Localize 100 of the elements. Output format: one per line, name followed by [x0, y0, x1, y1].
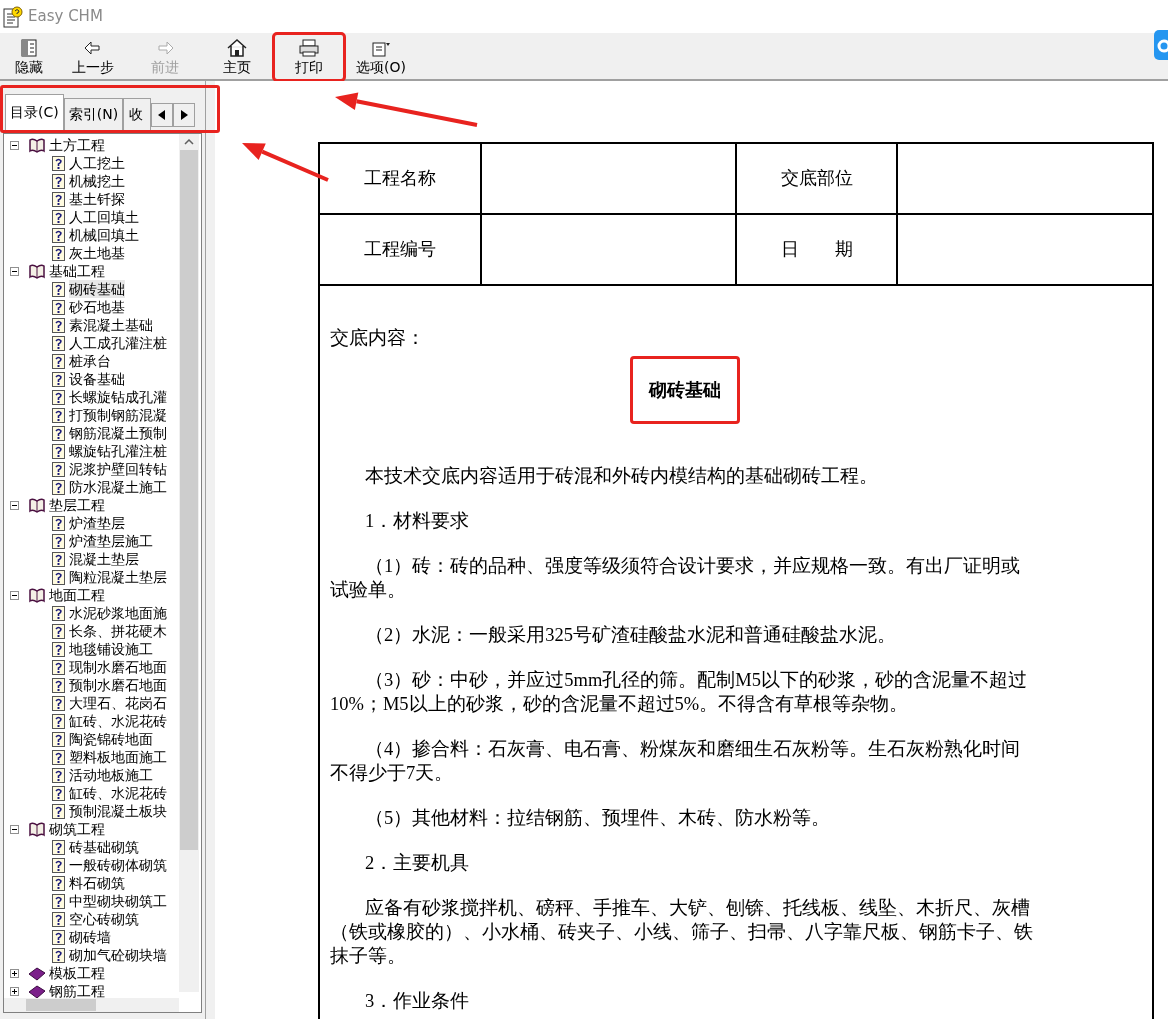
help-page-icon [52, 695, 65, 711]
tree-item[interactable]: 现制水磨石地面 [69, 658, 167, 676]
help-page-icon [52, 677, 65, 693]
help-page-icon [52, 749, 65, 765]
tree-item[interactable]: 砌砖墙 [69, 928, 111, 946]
tree-folder[interactable]: 地面工程 [49, 586, 105, 604]
tree-item[interactable]: 大理石、花岗石 [69, 694, 167, 712]
tree-item[interactable]: 炉渣垫层施工 [69, 532, 153, 550]
scroll-up-icon[interactable] [184, 139, 194, 145]
tree-item[interactable]: 人工挖土 [69, 154, 125, 172]
tree-item[interactable]: 砖基础砌筑 [69, 838, 139, 856]
tab[interactable]: 目录(C) [5, 94, 64, 130]
tree-item[interactable]: 陶粒混凝土垫层 [69, 568, 167, 586]
tree-item[interactable]: 混凝土垫层 [69, 550, 139, 568]
tree-item[interactable]: 塑料板地面施工 [69, 748, 167, 766]
tree-item[interactable]: 螺旋钻孔灌注桩 [69, 442, 167, 460]
tree-item[interactable]: 预制混凝土板块 [69, 802, 167, 820]
tree-item[interactable]: 泥浆护壁回转钻 [69, 460, 167, 478]
tree-item[interactable]: 预制水磨石地面 [69, 676, 167, 694]
help-page-icon [52, 371, 65, 387]
tree-item[interactable]: 料石砌筑 [69, 874, 125, 892]
tree-item[interactable]: 机械挖土 [69, 172, 125, 190]
help-page-icon [52, 623, 65, 639]
help-page-icon [52, 245, 65, 261]
paragraph: （2）水泥：一般采用325号矿渣硅酸盐水泥和普通硅酸盐水泥。 [364, 624, 897, 647]
tree-item[interactable]: 人工回填土 [69, 208, 139, 226]
tree-item[interactable]: 地毯铺设施工 [69, 640, 153, 658]
tree-item[interactable]: 一般砖砌体砌筑 [69, 856, 167, 874]
tree-item[interactable]: 长螺旋钻成孔灌 [69, 388, 167, 406]
tree-item[interactable]: 缸砖、水泥花砖 [69, 784, 167, 802]
paragraph: 1．材料要求 [364, 510, 471, 533]
tree-item[interactable]: 素混凝土基础 [69, 316, 153, 334]
tree-folder[interactable]: 模板工程 [49, 964, 105, 982]
scroll-right-button[interactable] [173, 103, 196, 127]
toolbar-button[interactable]: 打印 [273, 33, 345, 81]
paragraph: 2．主要机具 [364, 852, 471, 875]
tree-item[interactable]: 基土钎探 [69, 190, 125, 208]
tree-item[interactable]: 钢筋混凝土预制 [69, 424, 167, 442]
tree-item[interactable]: 中型砌块砌筑工 [69, 892, 167, 910]
open-book-icon [28, 137, 46, 153]
tree-item[interactable]: 灰土地基 [69, 244, 125, 262]
help-page-icon [52, 569, 65, 585]
tree-item[interactable]: 活动地板施工 [69, 766, 153, 784]
scrollbar[interactable] [4, 998, 179, 1012]
app-icon [1154, 30, 1168, 60]
table-cell-text: 工程编号 [364, 238, 436, 261]
tab[interactable]: 索引(N) [63, 98, 124, 130]
toolbar-button[interactable]: 隐藏 [0, 33, 57, 81]
help-page-icon [52, 173, 65, 189]
tree-item[interactable]: 机械回填土 [69, 226, 139, 244]
collapse-icon[interactable] [10, 500, 19, 510]
collapse-icon[interactable] [10, 824, 19, 834]
tree-item[interactable]: 长条、拼花硬木 [69, 622, 167, 640]
tree-item[interactable]: 砌砖基础 [69, 280, 125, 298]
tree-item[interactable]: 陶瓷锦砖地面 [69, 730, 153, 748]
tree-item[interactable]: 人工成孔灌注桩 [69, 334, 167, 352]
tree-folder[interactable]: 基础工程 [49, 262, 105, 280]
tree-item[interactable]: 防水混凝土施工 [69, 478, 167, 496]
help-page-icon [52, 389, 65, 405]
scrollbar[interactable] [179, 134, 199, 992]
tree-folder[interactable]: 砌筑工程 [49, 820, 105, 838]
scroll-thumb[interactable] [26, 999, 96, 1011]
tab[interactable]: 收 [123, 98, 152, 130]
tree-item[interactable]: 空心砖砌筑 [69, 910, 139, 928]
paragraph: （1）砖：砖的品种、强度等级须符合设计要求，并应规格一致。有出厂证明或试验单。 [330, 555, 1022, 602]
tree-item[interactable]: 炉渣垫层 [69, 514, 125, 532]
toolbar-button[interactable]: 选项(O) [345, 33, 417, 81]
help-page-icon [52, 425, 65, 441]
collapse-icon[interactable] [10, 590, 19, 600]
scroll-thumb[interactable] [180, 150, 198, 850]
help-page-icon [52, 857, 65, 873]
closed-book-icon [28, 965, 46, 981]
help-page-icon [52, 875, 65, 891]
tree-folder[interactable]: 土方工程 [49, 136, 105, 154]
scroll-left-button[interactable] [151, 103, 174, 127]
tree-folder[interactable]: 垫层工程 [49, 496, 105, 514]
help-page-icon [52, 353, 65, 369]
tree-item[interactable]: 桩承台 [69, 352, 111, 370]
help-page-icon [52, 893, 65, 909]
tree-item[interactable]: 砌加气砼砌块墙 [69, 946, 167, 964]
table-cell-text: 交底部位 [780, 167, 853, 190]
tree-item[interactable]: 砂石地基 [69, 298, 125, 316]
collapse-icon[interactable] [10, 140, 19, 150]
help-page-icon [52, 515, 65, 531]
help-page-icon [52, 947, 65, 963]
toolbar-button[interactable]: 主页 [201, 33, 273, 81]
help-page-icon [52, 191, 65, 207]
tree-item[interactable]: 缸砖、水泥花砖 [69, 712, 167, 730]
expand-icon[interactable] [10, 968, 19, 978]
toolbar-button[interactable]: 上一步 [57, 33, 129, 81]
tree-item[interactable]: 设备基础 [69, 370, 125, 388]
help-page-icon [52, 803, 65, 819]
help-page-icon [52, 713, 65, 729]
help-page-icon [52, 479, 65, 495]
tree-item[interactable]: 打预制钢筋混凝 [69, 406, 167, 424]
collapse-icon[interactable] [10, 266, 19, 276]
tree-folder[interactable]: 钢筋工程 [49, 982, 105, 1000]
tree-item[interactable]: 水泥砂浆地面施 [69, 604, 167, 622]
expand-icon[interactable] [10, 986, 19, 996]
help-page-icon [52, 335, 65, 351]
